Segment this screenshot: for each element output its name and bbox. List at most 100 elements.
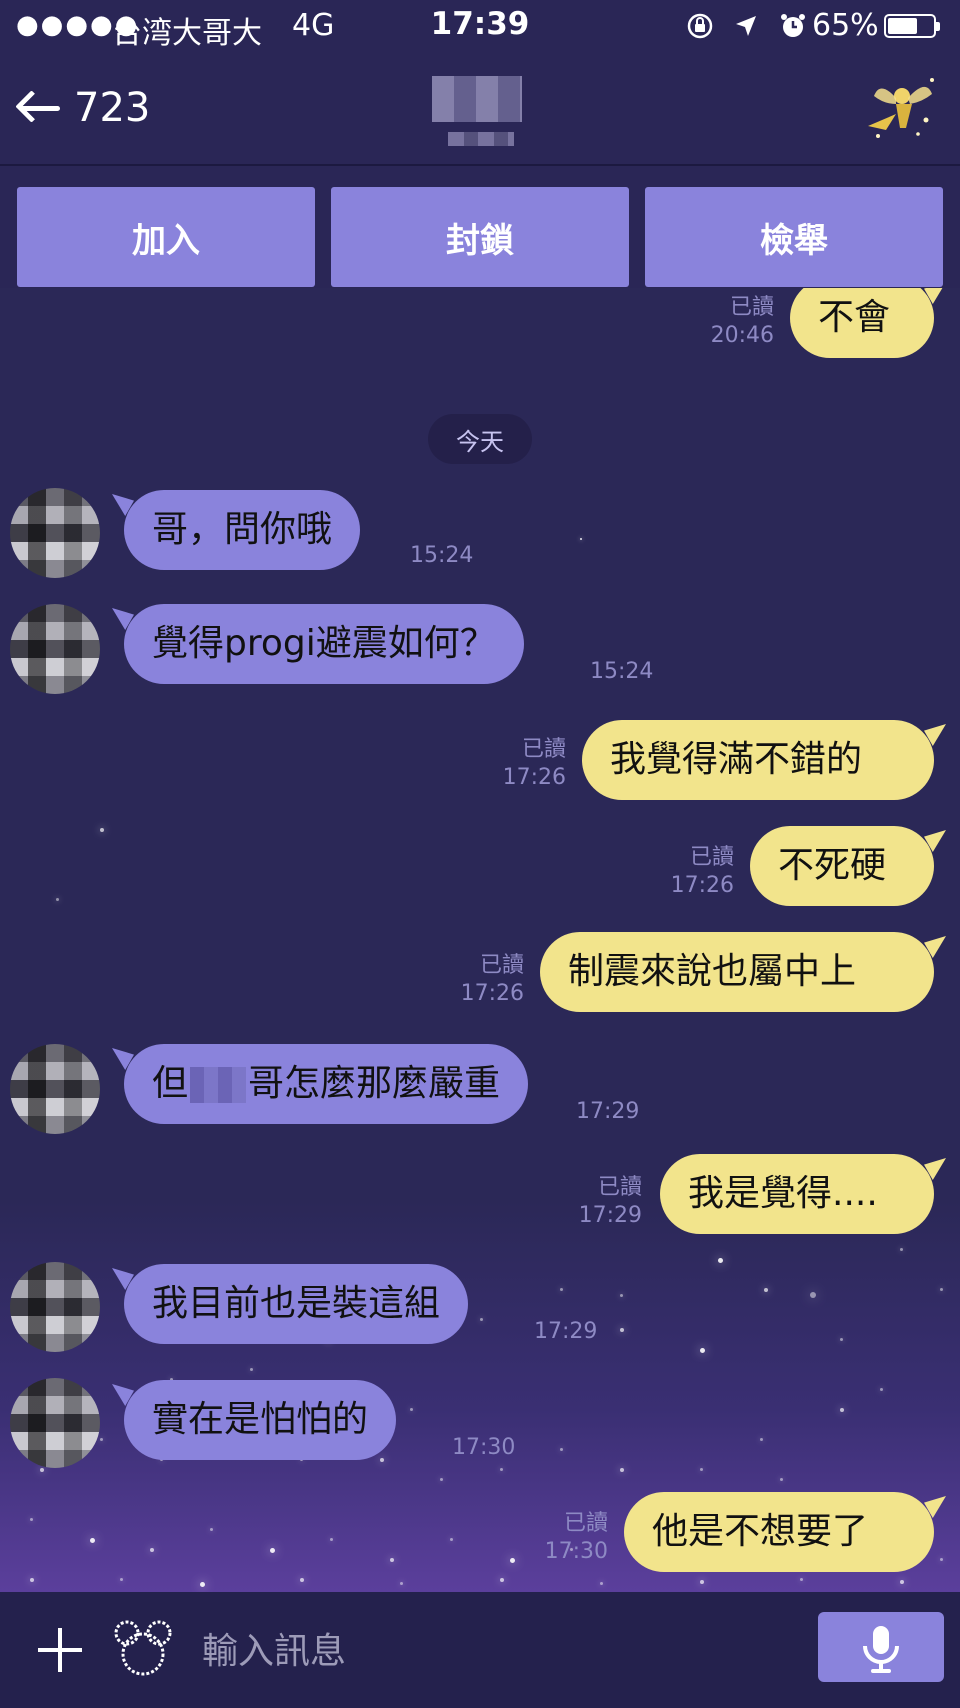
contact-avatar[interactable] bbox=[10, 1044, 100, 1134]
sparkle-decoration bbox=[200, 1582, 205, 1587]
sparkle-decoration bbox=[330, 1538, 333, 1541]
message-bubble-outgoing[interactable]: 我是覺得.... bbox=[660, 1154, 934, 1234]
message-bubble-incoming[interactable]: 哥，問你哦 bbox=[124, 490, 361, 570]
sparkle-decoration bbox=[840, 1408, 844, 1412]
sparkle-decoration bbox=[880, 1388, 883, 1391]
sparkle-decoration bbox=[500, 1578, 504, 1582]
message-bubble-incoming[interactable]: 但 哥怎麼那麼嚴重 bbox=[124, 1044, 529, 1124]
redacted-name bbox=[190, 1067, 247, 1103]
contact-avatar[interactable] bbox=[10, 1378, 100, 1468]
sparkle-decoration bbox=[120, 1578, 123, 1581]
message-time: 15:24 bbox=[590, 659, 654, 684]
chat-messages[interactable]: 已讀 20:46 不會 今天 哥，問你哦 15:24 覺得progi避震如何？ … bbox=[0, 288, 960, 1592]
status-bar: ●●●●● 台湾大哥大 4G 17:39 65% bbox=[0, 0, 960, 54]
back-count: 723 bbox=[74, 85, 151, 131]
sparkle-decoration bbox=[100, 1438, 103, 1441]
sparkle-decoration bbox=[90, 1538, 95, 1543]
message-bubble-outgoing[interactable]: 我覺得滿不錯的 bbox=[582, 720, 934, 800]
sparkle-decoration bbox=[390, 1558, 394, 1562]
sparkle-decoration bbox=[480, 1318, 483, 1321]
sparkle-decoration bbox=[810, 1292, 816, 1298]
message-bubble-incoming[interactable]: 我目前也是裝這組 bbox=[124, 1264, 469, 1344]
sparkle-decoration bbox=[900, 1248, 903, 1251]
sparkle-decoration bbox=[620, 1328, 624, 1332]
sparkle-decoration bbox=[760, 1438, 763, 1441]
message-input-bar bbox=[0, 1592, 960, 1708]
sparkle-decoration bbox=[300, 1578, 304, 1582]
message-bubble-incoming[interactable]: 覺得progi避震如何？ bbox=[124, 604, 524, 684]
battery-icon bbox=[884, 14, 940, 38]
battery-fill bbox=[888, 18, 917, 34]
sparkle-decoration bbox=[900, 1580, 904, 1584]
sparkle-decoration bbox=[210, 1528, 213, 1531]
sparkle-decoration bbox=[940, 1288, 943, 1291]
sparkle-decoration bbox=[620, 1294, 623, 1297]
sparkle-decoration bbox=[620, 1468, 624, 1472]
message-text-part: 但 bbox=[152, 1063, 189, 1104]
sparkle-decoration bbox=[510, 1558, 515, 1563]
message-time: 17:29 bbox=[576, 1099, 640, 1124]
status-icons bbox=[686, 10, 807, 40]
sparkle-decoration bbox=[560, 1448, 563, 1451]
read-receipt: 已讀 17:30 bbox=[544, 1511, 608, 1564]
sparkle-decoration bbox=[500, 1468, 503, 1471]
sparkle-decoration bbox=[30, 1578, 34, 1582]
sparkle-decoration bbox=[600, 1582, 603, 1585]
read-receipt: 已讀 20:46 bbox=[710, 295, 774, 348]
sparkle-decoration bbox=[450, 1538, 453, 1541]
message-text-part: 哥怎麼那麼嚴重 bbox=[248, 1063, 501, 1104]
sparkle-decoration bbox=[380, 1458, 384, 1462]
sparkle-decoration bbox=[764, 1288, 768, 1292]
message-time: 17:30 bbox=[452, 1435, 516, 1460]
chat-subtitle-redacted bbox=[448, 132, 514, 146]
sparkle-decoration bbox=[560, 1288, 563, 1291]
message-bubble-incoming[interactable]: 實在是怕怕的 bbox=[124, 1380, 397, 1460]
sparkle-decoration bbox=[150, 1548, 154, 1552]
read-receipt: 已讀 17:26 bbox=[670, 845, 734, 898]
message-bubble-outgoing[interactable]: 不會 bbox=[790, 288, 934, 358]
fairy-theme-icon[interactable] bbox=[856, 68, 940, 148]
sparkle-decoration bbox=[400, 1582, 403, 1585]
read-receipt: 已讀 17:29 bbox=[578, 1175, 642, 1228]
plus-icon[interactable] bbox=[36, 1626, 84, 1674]
sparkle-decoration bbox=[100, 828, 104, 832]
read-receipt: 已讀 17:26 bbox=[502, 737, 566, 790]
location-icon bbox=[736, 15, 757, 36]
microphone-button[interactable] bbox=[818, 1612, 944, 1682]
friend-action-bar: 加入 封鎖 檢舉 bbox=[0, 166, 960, 287]
sparkle-decoration bbox=[440, 1478, 443, 1481]
sparkle-decoration bbox=[580, 538, 582, 540]
sparkle-decoration bbox=[940, 1558, 943, 1561]
sparkle-decoration bbox=[700, 1468, 703, 1471]
add-friend-button[interactable]: 加入 bbox=[17, 187, 315, 287]
battery-percent: 65% bbox=[812, 8, 879, 43]
block-button[interactable]: 封鎖 bbox=[331, 187, 629, 287]
date-separator: 今天 bbox=[428, 414, 532, 464]
message-time: 17:29 bbox=[534, 1319, 598, 1344]
contact-avatar[interactable] bbox=[10, 488, 100, 578]
read-receipt: 已讀 17:26 bbox=[460, 953, 524, 1006]
report-button[interactable]: 檢舉 bbox=[645, 187, 943, 287]
message-input[interactable] bbox=[200, 1620, 804, 1682]
back-arrow-icon bbox=[14, 88, 64, 128]
message-bubble-outgoing[interactable]: 不死硬 bbox=[750, 826, 934, 906]
message-time: 15:24 bbox=[410, 543, 474, 568]
contact-avatar[interactable] bbox=[10, 1262, 100, 1352]
contact-avatar[interactable] bbox=[10, 604, 100, 694]
alarm-icon bbox=[780, 13, 805, 37]
microphone-icon bbox=[863, 1626, 899, 1673]
message-bubble-outgoing[interactable]: 制震來說也屬中上 bbox=[540, 932, 934, 1012]
sparkle-decoration bbox=[718, 1258, 723, 1263]
sparkle-decoration bbox=[56, 898, 59, 901]
message-bubble-outgoing[interactable]: 他是不想要了 bbox=[624, 1492, 934, 1572]
back-button[interactable]: 723 bbox=[14, 80, 150, 136]
sticker-icon[interactable] bbox=[112, 1618, 174, 1680]
sparkle-decoration bbox=[250, 1368, 253, 1371]
sparkle-decoration bbox=[410, 1408, 413, 1411]
sparkle-decoration bbox=[840, 1338, 843, 1341]
sparkle-decoration bbox=[40, 1468, 44, 1472]
sparkle-decoration bbox=[800, 1578, 803, 1581]
sparkle-decoration bbox=[270, 1548, 275, 1553]
sparkle-decoration bbox=[700, 1348, 705, 1353]
sparkle-decoration bbox=[780, 1478, 783, 1481]
